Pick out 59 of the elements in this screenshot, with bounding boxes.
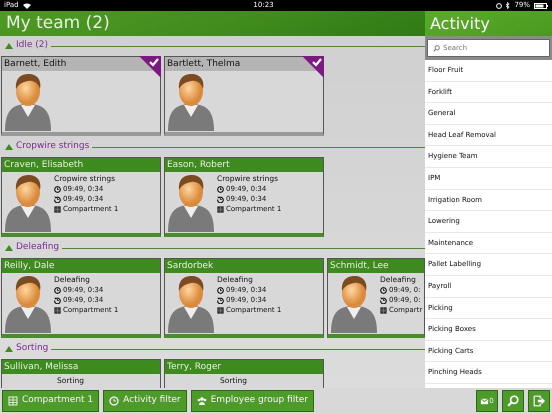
clock-icon [380,286,387,294]
history-icon [217,196,224,202]
person-silhouette [2,273,54,333]
building-icon [8,396,18,406]
employee-name: Eason, Robert [165,158,323,172]
battery-icon [534,2,548,8]
group-label: Idle (2) [16,39,48,52]
person-silhouette [328,273,380,333]
search-button[interactable] [502,390,524,412]
logout-icon [533,395,545,407]
collapse-triangle-icon[interactable] [5,43,13,49]
employee-name: Sardorbek [165,259,323,273]
filter-button[interactable]: Compartment 1 [2,390,100,412]
building-icon [54,306,61,314]
collapse-triangle-icon[interactable] [5,245,13,251]
person-silhouette [165,172,217,232]
check-icon [302,56,324,78]
clock-icon [217,286,224,294]
page-title: My team (2) [0,11,425,36]
employee-card[interactable]: Barnett, Edith [1,56,161,136]
person-silhouette [2,172,54,232]
employee-card[interactable]: Bartlett, Thelma [164,56,324,136]
bluetooth-icon [506,2,510,9]
collapse-triangle-icon[interactable] [5,144,13,150]
mail-icon [480,396,490,406]
employee-name: Schmidt, Lee [328,259,424,273]
person-silhouette [165,71,217,131]
clock-icon [54,186,61,192]
clock-icon [217,186,224,192]
building-icon [217,306,224,314]
filter-button[interactable]: Activity filter [103,390,187,412]
people-icon [196,396,207,406]
person-silhouette [165,273,217,333]
employee-name: Sullivan, Melissa [2,360,160,374]
lock-rotation-icon [496,2,502,8]
panel-title: Activity [425,11,552,36]
group-label: Sorting [16,342,48,356]
group-label: Deleafing [16,241,60,254]
building-icon [380,306,387,314]
employee-name: Craven, Elisabeth [2,158,160,172]
building-icon [217,206,224,212]
building-icon [54,206,61,212]
history-icon [217,296,224,304]
history-icon [54,196,61,202]
history-icon [380,296,387,304]
logout-button[interactable] [528,390,550,412]
person-silhouette [2,71,54,131]
search-icon [433,44,440,52]
employee-name: Terry, Roger [165,360,323,374]
wifi-icon [22,2,31,8]
filter-button[interactable]: Employee group filter [190,390,314,412]
collapse-triangle-icon[interactable] [5,346,13,352]
clock-icon [109,396,120,406]
history-icon [54,296,61,304]
check-icon [139,56,161,78]
clock-icon [54,286,61,294]
employee-name: Reilly, Dale [2,259,160,273]
search-icon [507,395,519,407]
group-label: Cropwire strings [16,140,90,154]
